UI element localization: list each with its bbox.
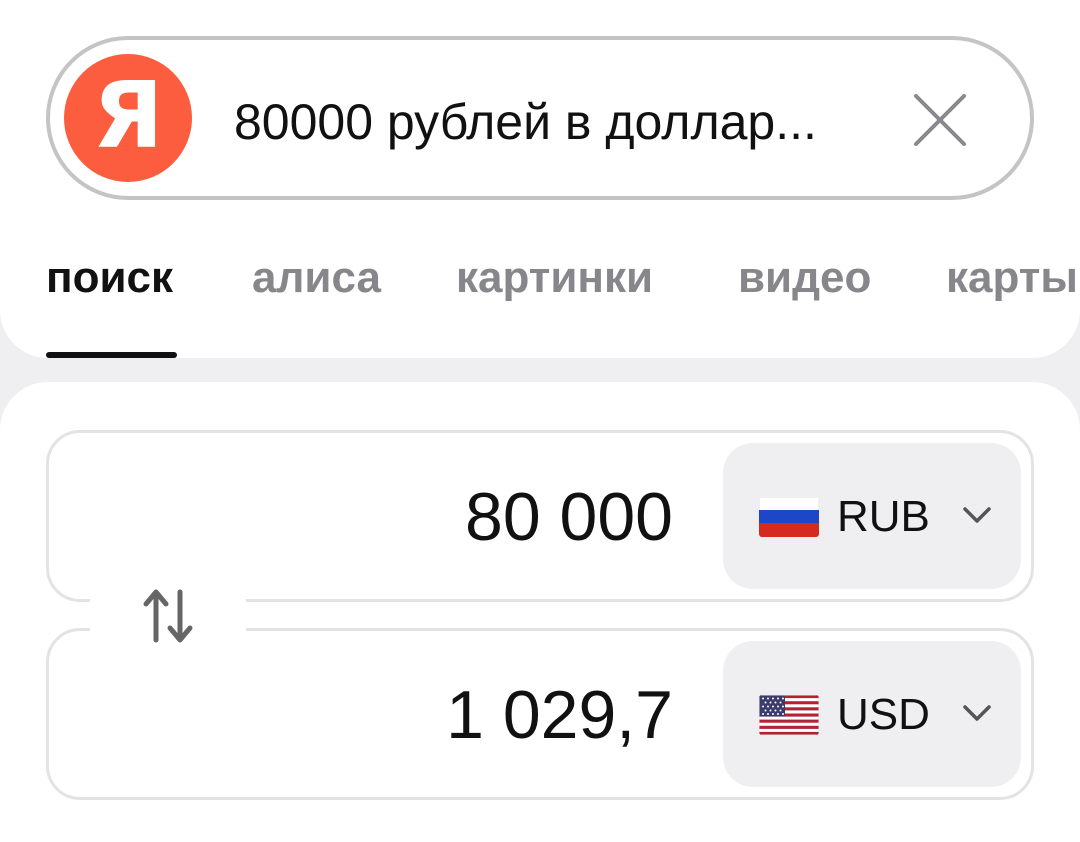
swap-currencies-button[interactable] xyxy=(90,580,246,652)
logo-letter: Я xyxy=(92,62,164,169)
to-currency-row: 1 029,7 USD xyxy=(46,628,1034,800)
header: Я 80000 рублей в доллар... поиск алиса к… xyxy=(0,0,1080,358)
close-icon xyxy=(914,94,966,146)
search-tabs: поиск алиса картинки видео карты xyxy=(0,250,1080,358)
tab-video[interactable]: видео xyxy=(738,250,871,306)
yandex-logo[interactable]: Я xyxy=(64,54,192,182)
to-amount-input[interactable]: 1 029,7 xyxy=(446,673,673,757)
swap-arrows-icon xyxy=(143,589,193,643)
clear-search-button[interactable] xyxy=(906,86,974,154)
chevron-down-icon xyxy=(963,705,991,721)
search-query-text[interactable]: 80000 рублей в доллар... xyxy=(234,92,817,152)
currency-converter: 80 000 RUB 1 029,7 USD xyxy=(0,382,1080,842)
search-bar[interactable]: Я 80000 рублей в доллар... xyxy=(46,36,1034,200)
from-currency-code: RUB xyxy=(837,492,930,541)
russia-flag-icon xyxy=(759,497,819,537)
chevron-down-icon xyxy=(963,507,991,523)
to-currency-code: USD xyxy=(837,690,930,739)
tab-alice[interactable]: алиса xyxy=(252,250,381,306)
from-amount-input[interactable]: 80 000 xyxy=(465,475,673,559)
from-currency-select[interactable]: RUB xyxy=(723,443,1021,589)
usa-flag-icon xyxy=(759,695,819,735)
tab-search[interactable]: поиск xyxy=(46,250,173,306)
from-currency-row: 80 000 RUB xyxy=(46,430,1034,602)
tab-maps[interactable]: карты xyxy=(946,250,1078,306)
to-currency-select[interactable]: USD xyxy=(723,641,1021,787)
tab-images[interactable]: картинки xyxy=(456,250,653,306)
active-tab-indicator xyxy=(46,352,177,358)
